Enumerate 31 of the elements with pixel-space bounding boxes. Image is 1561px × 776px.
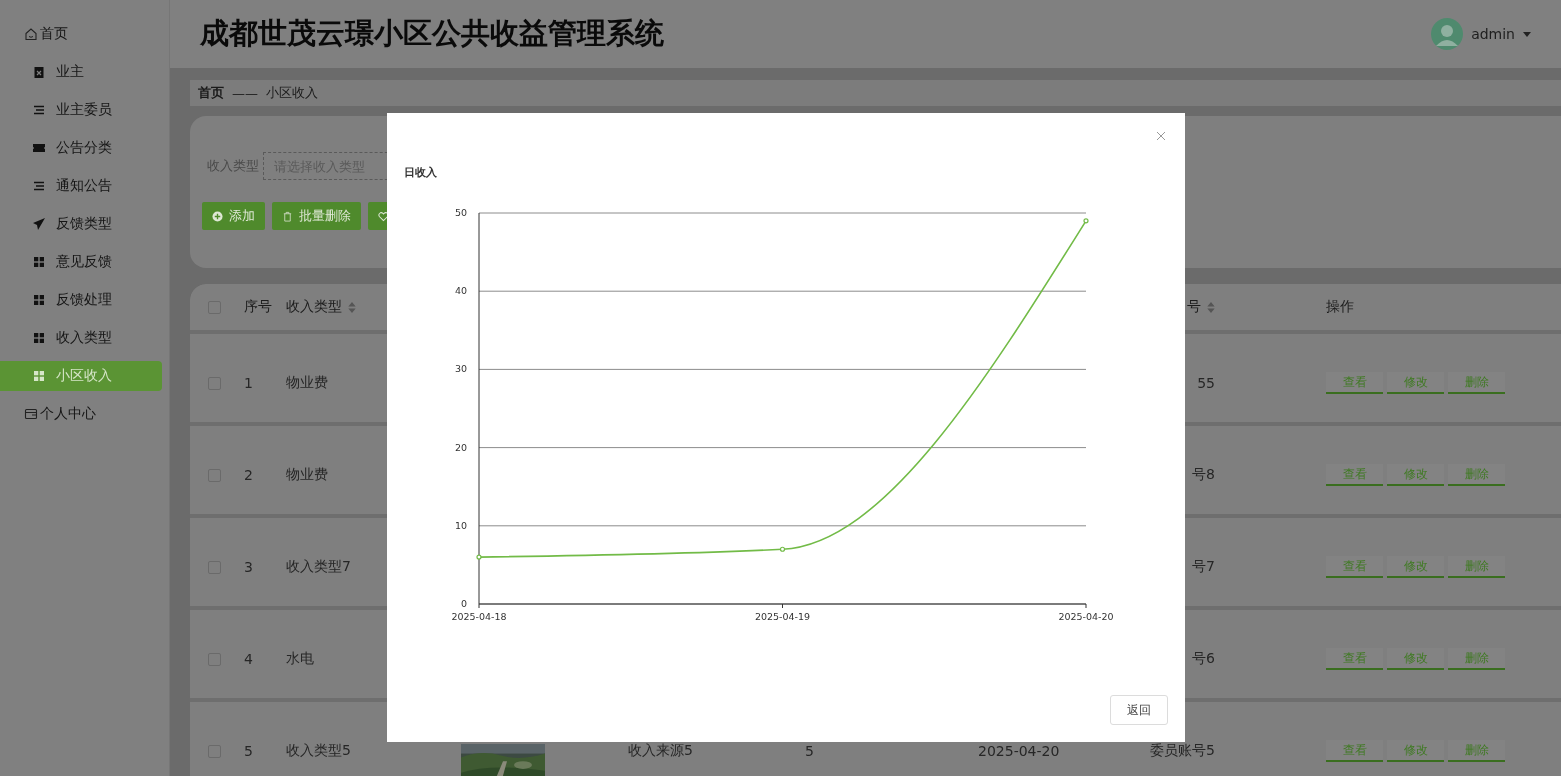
axis-label: 30 [454,363,467,375]
table-cell: 收入来源5 [628,742,693,760]
breadcrumb-separator: —— [232,85,258,101]
breadcrumb-current: 小区收入 [266,84,318,102]
table-cell: 5 [244,743,253,759]
table-cell: 号7 [1192,558,1215,576]
table-cell: 收入类型5 [286,742,351,760]
app-title: 成都世茂云璟小区公共收益管理系统 [200,15,664,52]
table-cell: 委员账号5 [1150,742,1215,760]
table-cell: 2 [244,467,253,483]
table-cell: 5 [805,743,814,759]
table-cell: 号8 [1192,466,1215,484]
axis-label: 40 [454,285,467,297]
axis-label: 50 [454,207,467,218]
table-cell: 号6 [1192,650,1215,668]
table-cell: 2025-04-20 [978,743,1060,759]
axis-label: 10 [454,519,467,531]
axis-label: 0 [460,598,467,609]
axis-label: 20 [454,441,467,453]
table-cell: 3 [244,559,253,575]
table-cell: 1 [244,375,253,391]
axis-label: 2025-04-18 [451,611,507,622]
table-cell: 4 [244,651,253,667]
chart-title: 日收入 [404,165,437,180]
axis-label: 2025-04-20 [1058,611,1114,622]
table-cell: 物业费 [286,466,328,484]
table-cell: 收入类型7 [286,558,351,576]
table-cell: 水电 [286,650,314,668]
table-cell: 物业费 [286,374,328,392]
axis-label: 2025-04-19 [754,611,811,622]
table-cell: 55 [1197,375,1215,391]
